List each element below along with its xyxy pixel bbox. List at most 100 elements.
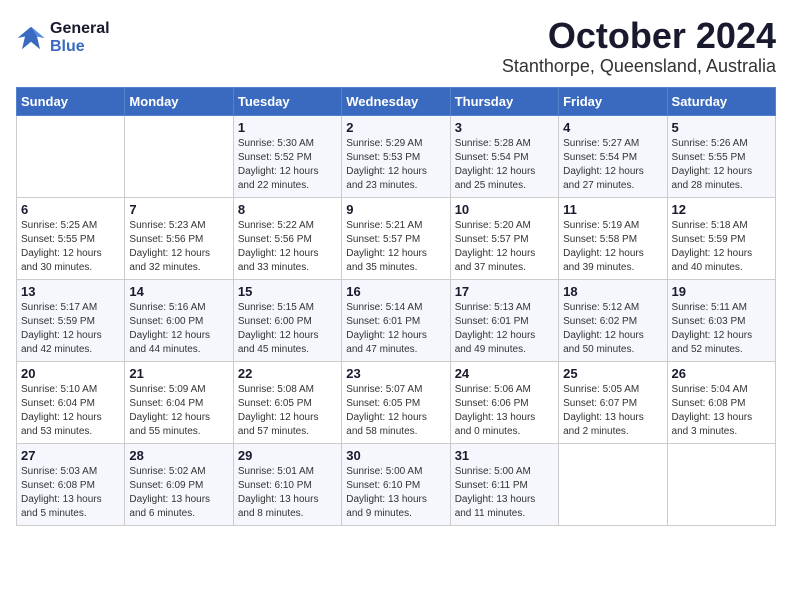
day-cell: 9Sunrise: 5:21 AMSunset: 5:57 PMDaylight… [342,197,450,279]
day-info: Sunrise: 5:14 AMSunset: 6:01 PMDaylight:… [346,301,445,357]
day-info: Sunrise: 5:13 AMSunset: 6:01 PMDaylight:… [455,301,554,357]
day-number: 5 [672,120,771,135]
sunset-label: Sunset: 6:01 PM [455,316,529,327]
daylight-label: Daylight: 13 hours and 9 minutes. [346,494,427,519]
sunrise-label: Sunrise: 5:01 AM [238,466,314,477]
column-header-wednesday: Wednesday [342,87,450,115]
sunset-label: Sunset: 6:03 PM [672,316,746,327]
sunset-label: Sunset: 5:53 PM [346,152,420,163]
sunrise-label: Sunrise: 5:20 AM [455,220,531,231]
daylight-label: Daylight: 12 hours and 49 minutes. [455,330,536,355]
daylight-label: Daylight: 12 hours and 45 minutes. [238,330,319,355]
day-number: 13 [21,284,120,299]
day-cell: 18Sunrise: 5:12 AMSunset: 6:02 PMDayligh… [559,279,667,361]
day-info: Sunrise: 5:03 AMSunset: 6:08 PMDaylight:… [21,465,120,521]
daylight-label: Daylight: 12 hours and 44 minutes. [129,330,210,355]
day-info: Sunrise: 5:25 AMSunset: 5:55 PMDaylight:… [21,219,120,275]
daylight-label: Daylight: 12 hours and 55 minutes. [129,412,210,437]
week-row-4: 20Sunrise: 5:10 AMSunset: 6:04 PMDayligh… [17,361,776,443]
sunrise-label: Sunrise: 5:04 AM [672,384,748,395]
column-header-friday: Friday [559,87,667,115]
sunrise-label: Sunrise: 5:16 AM [129,302,205,313]
column-header-sunday: Sunday [17,87,125,115]
day-info: Sunrise: 5:18 AMSunset: 5:59 PMDaylight:… [672,219,771,275]
logo-icon [16,23,46,53]
sunrise-label: Sunrise: 5:07 AM [346,384,422,395]
day-info: Sunrise: 5:23 AMSunset: 5:56 PMDaylight:… [129,219,228,275]
day-cell: 28 Sunrise: 5:02 AMSunset: 6:09 PMDayligh… [125,443,233,525]
day-number: 21 [129,366,228,381]
sunrise-label: Sunrise: 5:19 AM [563,220,639,231]
daylight-label: Daylight: 12 hours and 28 minutes. [672,166,753,191]
day-cell: 12Sunrise: 5:18 AMSunset: 5:59 PMDayligh… [667,197,775,279]
sunset-label: Sunset: 6:02 PM [563,316,637,327]
week-row-5: 27 Sunrise: 5:03 AMSunset: 6:08 PMDayligh… [17,443,776,525]
week-row-3: 13Sunrise: 5:17 AMSunset: 5:59 PMDayligh… [17,279,776,361]
day-info: Sunrise: 5:12 AMSunset: 6:02 PMDaylight:… [563,301,662,357]
day-info: Sunrise: 5:08 AMSunset: 6:05 PMDaylight:… [238,383,337,439]
day-cell: 6 Sunrise: 5:25 AMSunset: 5:55 PMDaylight… [17,197,125,279]
day-info: Sunrise: 5:22 AMSunset: 5:56 PMDaylight:… [238,219,337,275]
sunrise-label: Sunrise: 5:29 AM [346,138,422,149]
day-number: 27 [21,448,120,463]
day-number: 14 [129,284,228,299]
daylight-label: Daylight: 13 hours and 0 minutes. [455,412,536,437]
sunset-label: Sunset: 5:59 PM [21,316,95,327]
day-cell: 20Sunrise: 5:10 AMSunset: 6:04 PMDayligh… [17,361,125,443]
day-number: 8 [238,202,337,217]
sunrise-label: Sunrise: 5:23 AM [129,220,205,231]
sunset-label: Sunset: 6:10 PM [346,480,420,491]
day-cell: 7 Sunrise: 5:23 AMSunset: 5:56 PMDaylight… [125,197,233,279]
day-info: Sunrise: 5:11 AMSunset: 6:03 PMDaylight:… [672,301,771,357]
daylight-label: Daylight: 12 hours and 35 minutes. [346,248,427,273]
day-cell: 31Sunrise: 5:00 AMSunset: 6:11 PMDayligh… [450,443,558,525]
sunset-label: Sunset: 6:01 PM [346,316,420,327]
daylight-label: Daylight: 12 hours and 25 minutes. [455,166,536,191]
day-info: Sunrise: 5:21 AM Sunset: 5:57 PM Daylight:… [346,219,445,275]
day-cell: 1Sunrise: 5:30 AMSunset: 5:52 PMDaylight… [233,115,341,197]
day-cell: 17Sunrise: 5:13 AMSunset: 6:01 PMDayligh… [450,279,558,361]
sunset-label: Sunset: 6:00 PM [238,316,312,327]
daylight-label: Daylight: 12 hours and 33 minutes. [238,248,319,273]
day-number: 7 [129,202,228,217]
day-cell: 21Sunrise: 5:09 AMSunset: 6:04 PMDayligh… [125,361,233,443]
day-cell: 30 Sunrise: 5:00 AM Sunset: 6:10 PM Dayligh… [342,443,450,525]
sunrise-label: Sunrise: 5:15 AM [238,302,314,313]
day-cell: 27 Sunrise: 5:03 AMSunset: 6:08 PMDayligh… [17,443,125,525]
day-info: Sunrise: 5:00 AMSunset: 6:11 PMDaylight:… [455,465,554,521]
sunset-label: Sunset: 5:54 PM [563,152,637,163]
logo-text: General Blue [50,20,110,55]
day-number: 28 [129,448,228,463]
day-cell: 4Sunrise: 5:27 AMSunset: 5:54 PMDaylight… [559,115,667,197]
day-info: Sunrise: 5:00 AM Sunset: 6:10 PM Daylight:… [346,465,445,521]
day-info: Sunrise: 5:01 AM Sunset: 6:10 PM Daylight:… [238,465,337,521]
day-number: 30 [346,448,445,463]
header-row: SundayMondayTuesdayWednesdayThursdayFrid… [17,87,776,115]
day-info: Sunrise: 5:28 AMSunset: 5:54 PMDaylight:… [455,137,554,193]
daylight-label: Daylight: 12 hours and 40 minutes. [672,248,753,273]
sunrise-label: Sunrise: 5:00 AM [455,466,531,477]
day-number: 29 [238,448,337,463]
daylight-label: Daylight: 12 hours and 58 minutes. [346,412,427,437]
sunset-label: Sunset: 6:10 PM [238,480,312,491]
sunrise-label: Sunrise: 5:10 AM [21,384,97,395]
sunset-label: Sunset: 5:57 PM [346,234,420,245]
sunrise-label: Sunrise: 5:27 AM [563,138,639,149]
day-info: Sunrise: 5:15 AM Sunset: 6:00 PM Daylight:… [238,301,337,357]
daylight-label: Daylight: 13 hours and 8 minutes. [238,494,319,519]
sunrise-label: Sunrise: 5:25 AM [21,220,97,231]
sunrise-label: Sunrise: 5:00 AM [346,466,422,477]
day-cell: 16Sunrise: 5:14 AMSunset: 6:01 PMDayligh… [342,279,450,361]
daylight-label: Daylight: 13 hours and 2 minutes. [563,412,644,437]
day-info: Sunrise: 5:19 AMSunset: 5:58 PMDaylight:… [563,219,662,275]
sunrise-label: Sunrise: 5:21 AM [346,220,422,231]
day-info: Sunrise: 5:02 AMSunset: 6:09 PMDaylight:… [129,465,228,521]
sunrise-label: Sunrise: 5:03 AM [21,466,97,477]
daylight-label: Daylight: 12 hours and 52 minutes. [672,330,753,355]
day-info: Sunrise: 5:29 AMSunset: 5:53 PMDaylight:… [346,137,445,193]
sunset-label: Sunset: 5:55 PM [672,152,746,163]
week-row-1: 1Sunrise: 5:30 AMSunset: 5:52 PMDaylight… [17,115,776,197]
month-title: October 2024 [502,16,776,56]
day-number: 6 [21,202,120,217]
day-cell: 3Sunrise: 5:28 AMSunset: 5:54 PMDaylight… [450,115,558,197]
